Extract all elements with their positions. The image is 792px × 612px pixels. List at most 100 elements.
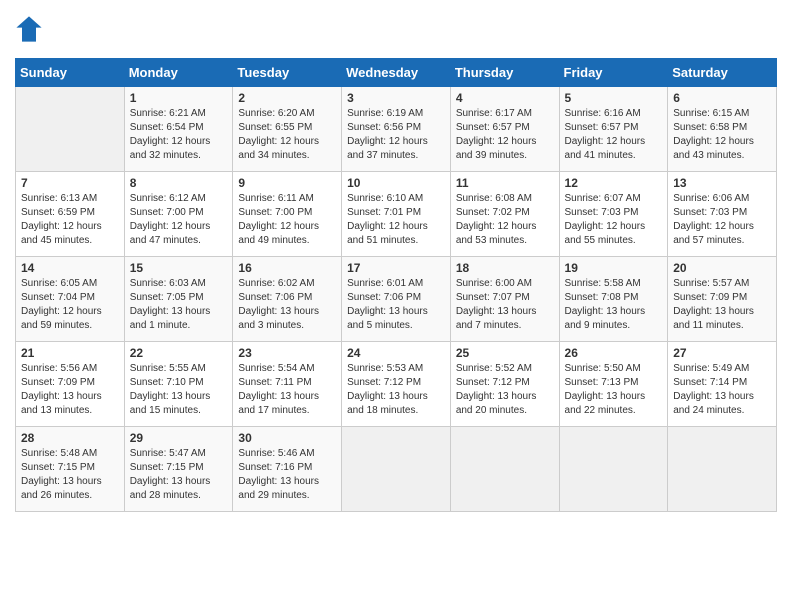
- calendar-cell: 5 Sunrise: 6:16 AM Sunset: 6:57 PM Dayli…: [559, 87, 668, 172]
- day-info: Sunrise: 6:07 AM Sunset: 7:03 PM Dayligh…: [565, 192, 663, 248]
- day-number: 7: [21, 176, 119, 190]
- col-wednesday: Wednesday: [342, 59, 451, 87]
- day-info: Sunrise: 6:13 AM Sunset: 6:59 PM Dayligh…: [21, 192, 119, 248]
- day-info: Sunrise: 5:57 AM Sunset: 7:09 PM Dayligh…: [673, 277, 771, 333]
- day-info: Sunrise: 5:46 AM Sunset: 7:16 PM Dayligh…: [238, 447, 336, 503]
- day-number: 5: [565, 91, 663, 105]
- calendar-cell: 6 Sunrise: 6:15 AM Sunset: 6:58 PM Dayli…: [668, 87, 777, 172]
- day-info: Sunrise: 5:47 AM Sunset: 7:15 PM Dayligh…: [130, 447, 228, 503]
- calendar-cell: 18 Sunrise: 6:00 AM Sunset: 7:07 PM Dayl…: [450, 257, 559, 342]
- day-number: 24: [347, 346, 445, 360]
- calendar-header-row: Sunday Monday Tuesday Wednesday Thursday…: [16, 59, 777, 87]
- day-info: Sunrise: 6:06 AM Sunset: 7:03 PM Dayligh…: [673, 192, 771, 248]
- day-number: 27: [673, 346, 771, 360]
- day-number: 15: [130, 261, 228, 275]
- calendar-cell: 17 Sunrise: 6:01 AM Sunset: 7:06 PM Dayl…: [342, 257, 451, 342]
- calendar-week-row-4: 21 Sunrise: 5:56 AM Sunset: 7:09 PM Dayl…: [16, 342, 777, 427]
- calendar-cell: 7 Sunrise: 6:13 AM Sunset: 6:59 PM Dayli…: [16, 172, 125, 257]
- col-tuesday: Tuesday: [233, 59, 342, 87]
- calendar-cell: [450, 427, 559, 512]
- calendar-week-row-5: 28 Sunrise: 5:48 AM Sunset: 7:15 PM Dayl…: [16, 427, 777, 512]
- calendar-cell: 13 Sunrise: 6:06 AM Sunset: 7:03 PM Dayl…: [668, 172, 777, 257]
- day-info: Sunrise: 5:56 AM Sunset: 7:09 PM Dayligh…: [21, 362, 119, 418]
- day-info: Sunrise: 5:53 AM Sunset: 7:12 PM Dayligh…: [347, 362, 445, 418]
- day-info: Sunrise: 6:10 AM Sunset: 7:01 PM Dayligh…: [347, 192, 445, 248]
- col-friday: Friday: [559, 59, 668, 87]
- calendar-cell: 11 Sunrise: 6:08 AM Sunset: 7:02 PM Dayl…: [450, 172, 559, 257]
- day-info: Sunrise: 6:17 AM Sunset: 6:57 PM Dayligh…: [456, 107, 554, 163]
- day-number: 11: [456, 176, 554, 190]
- day-number: 28: [21, 431, 119, 445]
- calendar-cell: 22 Sunrise: 5:55 AM Sunset: 7:10 PM Dayl…: [124, 342, 233, 427]
- calendar-cell: 20 Sunrise: 5:57 AM Sunset: 7:09 PM Dayl…: [668, 257, 777, 342]
- day-info: Sunrise: 6:20 AM Sunset: 6:55 PM Dayligh…: [238, 107, 336, 163]
- calendar-cell: 28 Sunrise: 5:48 AM Sunset: 7:15 PM Dayl…: [16, 427, 125, 512]
- day-info: Sunrise: 5:54 AM Sunset: 7:11 PM Dayligh…: [238, 362, 336, 418]
- day-number: 29: [130, 431, 228, 445]
- calendar-cell: [16, 87, 125, 172]
- col-saturday: Saturday: [668, 59, 777, 87]
- day-info: Sunrise: 6:16 AM Sunset: 6:57 PM Dayligh…: [565, 107, 663, 163]
- day-info: Sunrise: 6:02 AM Sunset: 7:06 PM Dayligh…: [238, 277, 336, 333]
- day-number: 3: [347, 91, 445, 105]
- day-number: 21: [21, 346, 119, 360]
- page-header: [15, 15, 777, 43]
- calendar-cell: 16 Sunrise: 6:02 AM Sunset: 7:06 PM Dayl…: [233, 257, 342, 342]
- day-info: Sunrise: 6:15 AM Sunset: 6:58 PM Dayligh…: [673, 107, 771, 163]
- day-number: 8: [130, 176, 228, 190]
- day-info: Sunrise: 5:48 AM Sunset: 7:15 PM Dayligh…: [21, 447, 119, 503]
- day-number: 18: [456, 261, 554, 275]
- calendar-cell: 12 Sunrise: 6:07 AM Sunset: 7:03 PM Dayl…: [559, 172, 668, 257]
- calendar-cell: 24 Sunrise: 5:53 AM Sunset: 7:12 PM Dayl…: [342, 342, 451, 427]
- day-number: 14: [21, 261, 119, 275]
- calendar-week-row-1: 1 Sunrise: 6:21 AM Sunset: 6:54 PM Dayli…: [16, 87, 777, 172]
- col-monday: Monday: [124, 59, 233, 87]
- day-info: Sunrise: 5:49 AM Sunset: 7:14 PM Dayligh…: [673, 362, 771, 418]
- day-info: Sunrise: 5:50 AM Sunset: 7:13 PM Dayligh…: [565, 362, 663, 418]
- day-number: 23: [238, 346, 336, 360]
- calendar-cell: 9 Sunrise: 6:11 AM Sunset: 7:00 PM Dayli…: [233, 172, 342, 257]
- day-info: Sunrise: 6:08 AM Sunset: 7:02 PM Dayligh…: [456, 192, 554, 248]
- day-number: 30: [238, 431, 336, 445]
- day-number: 19: [565, 261, 663, 275]
- day-info: Sunrise: 6:03 AM Sunset: 7:05 PM Dayligh…: [130, 277, 228, 333]
- day-info: Sunrise: 6:00 AM Sunset: 7:07 PM Dayligh…: [456, 277, 554, 333]
- calendar-cell: 14 Sunrise: 6:05 AM Sunset: 7:04 PM Dayl…: [16, 257, 125, 342]
- calendar-cell: 23 Sunrise: 5:54 AM Sunset: 7:11 PM Dayl…: [233, 342, 342, 427]
- day-info: Sunrise: 6:19 AM Sunset: 6:56 PM Dayligh…: [347, 107, 445, 163]
- calendar-cell: 10 Sunrise: 6:10 AM Sunset: 7:01 PM Dayl…: [342, 172, 451, 257]
- day-info: Sunrise: 6:12 AM Sunset: 7:00 PM Dayligh…: [130, 192, 228, 248]
- calendar-cell: 29 Sunrise: 5:47 AM Sunset: 7:15 PM Dayl…: [124, 427, 233, 512]
- day-number: 16: [238, 261, 336, 275]
- day-number: 6: [673, 91, 771, 105]
- day-info: Sunrise: 6:11 AM Sunset: 7:00 PM Dayligh…: [238, 192, 336, 248]
- calendar-week-row-2: 7 Sunrise: 6:13 AM Sunset: 6:59 PM Dayli…: [16, 172, 777, 257]
- logo-icon: [15, 15, 43, 43]
- day-number: 20: [673, 261, 771, 275]
- calendar-cell: [342, 427, 451, 512]
- day-number: 25: [456, 346, 554, 360]
- day-info: Sunrise: 6:21 AM Sunset: 6:54 PM Dayligh…: [130, 107, 228, 163]
- day-number: 13: [673, 176, 771, 190]
- calendar-cell: 3 Sunrise: 6:19 AM Sunset: 6:56 PM Dayli…: [342, 87, 451, 172]
- day-info: Sunrise: 5:58 AM Sunset: 7:08 PM Dayligh…: [565, 277, 663, 333]
- day-number: 10: [347, 176, 445, 190]
- calendar-cell: 25 Sunrise: 5:52 AM Sunset: 7:12 PM Dayl…: [450, 342, 559, 427]
- day-number: 4: [456, 91, 554, 105]
- calendar-cell: 26 Sunrise: 5:50 AM Sunset: 7:13 PM Dayl…: [559, 342, 668, 427]
- day-info: Sunrise: 5:55 AM Sunset: 7:10 PM Dayligh…: [130, 362, 228, 418]
- calendar-cell: 1 Sunrise: 6:21 AM Sunset: 6:54 PM Dayli…: [124, 87, 233, 172]
- day-number: 17: [347, 261, 445, 275]
- day-number: 12: [565, 176, 663, 190]
- calendar-table: Sunday Monday Tuesday Wednesday Thursday…: [15, 58, 777, 512]
- calendar-cell: [559, 427, 668, 512]
- day-number: 26: [565, 346, 663, 360]
- calendar-cell: 15 Sunrise: 6:03 AM Sunset: 7:05 PM Dayl…: [124, 257, 233, 342]
- day-number: 2: [238, 91, 336, 105]
- day-info: Sunrise: 5:52 AM Sunset: 7:12 PM Dayligh…: [456, 362, 554, 418]
- day-number: 9: [238, 176, 336, 190]
- calendar-week-row-3: 14 Sunrise: 6:05 AM Sunset: 7:04 PM Dayl…: [16, 257, 777, 342]
- day-number: 22: [130, 346, 228, 360]
- calendar-cell: 19 Sunrise: 5:58 AM Sunset: 7:08 PM Dayl…: [559, 257, 668, 342]
- day-number: 1: [130, 91, 228, 105]
